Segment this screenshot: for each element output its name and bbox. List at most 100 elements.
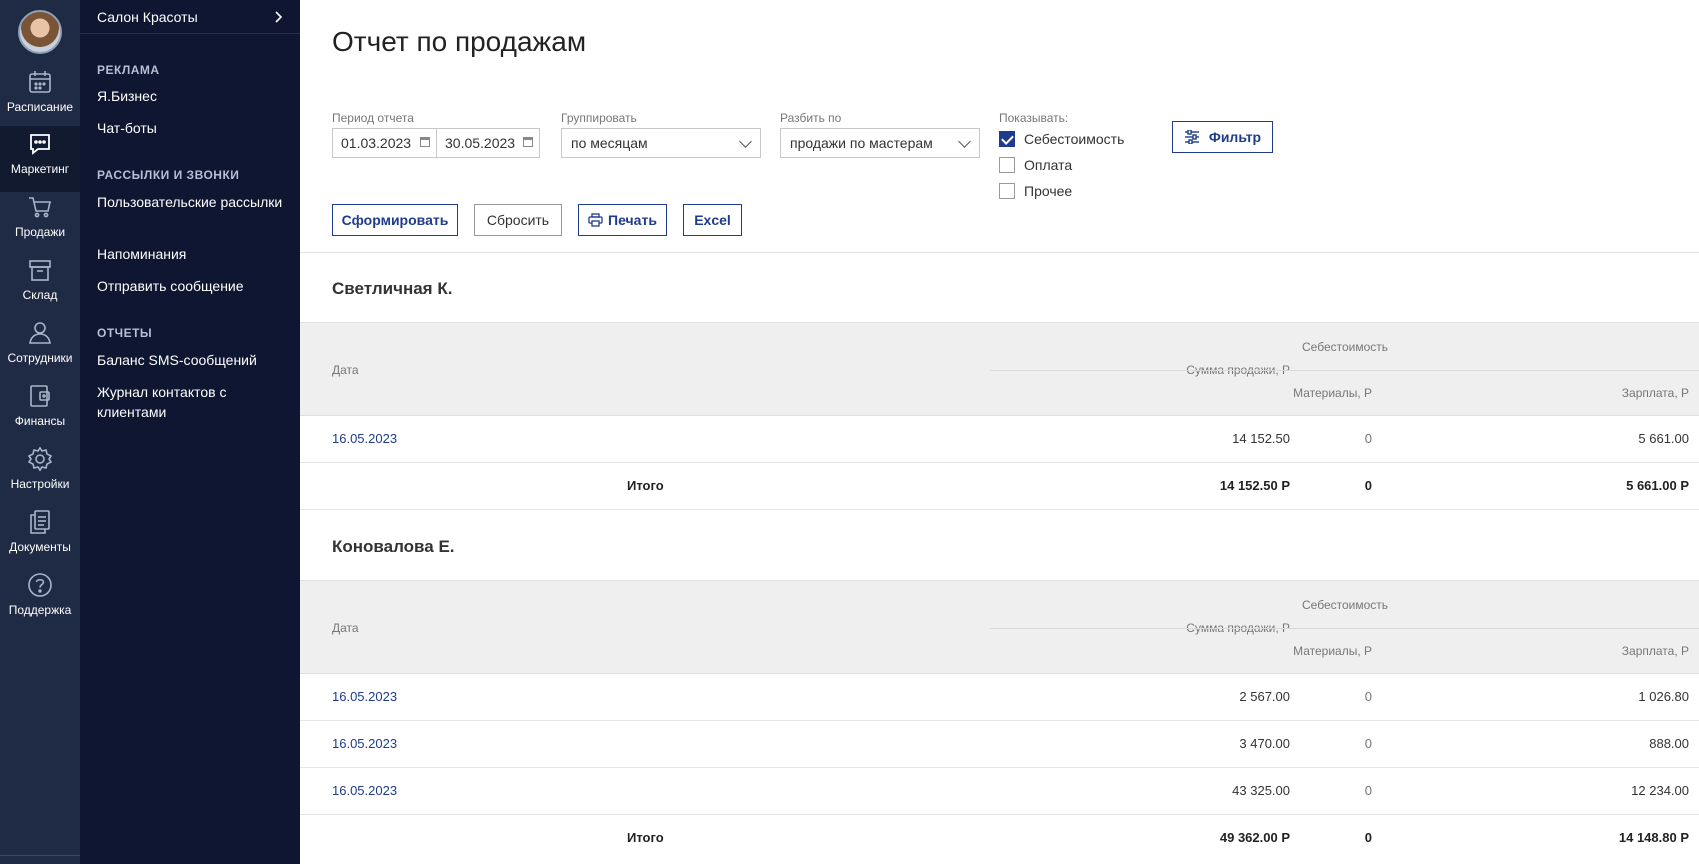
- calendar-icon: [420, 137, 430, 147]
- col-cost: Себестоимость: [1302, 598, 1389, 612]
- rail-item-settings[interactable]: Настройки: [0, 441, 80, 507]
- rail-label: Расписание: [6, 100, 74, 114]
- submenu-link-reminders[interactable]: Напоминания: [97, 244, 287, 264]
- employee-name: Светличная К.: [332, 279, 453, 298]
- rail-item-marketing[interactable]: Маркетинг: [0, 126, 80, 192]
- employee-name: Коновалова Е.: [332, 537, 455, 556]
- row-date-link[interactable]: 16.05.2023: [332, 431, 397, 446]
- submenu-link-send-message[interactable]: Отправить сообщение: [97, 276, 287, 296]
- col-materials: Материалы, Р: [1293, 644, 1372, 658]
- table-row: 16.05.2023 43 325.00 0 12 234.00: [300, 768, 1699, 815]
- section-title-reports: ОТЧЕТЫ: [97, 326, 153, 340]
- rail-item-support[interactable]: Поддержка: [0, 567, 80, 633]
- rail-item-documents[interactable]: Документы: [0, 504, 80, 570]
- row-salary: 5 661.00: [1638, 431, 1689, 446]
- col-date: Дата: [332, 363, 359, 377]
- checkbox-checked[interactable]: [999, 131, 1015, 147]
- avatar[interactable]: [18, 10, 62, 54]
- group-label: Группировать: [561, 111, 637, 125]
- wallet-icon: [30, 385, 50, 407]
- col-date: Дата: [332, 621, 359, 635]
- rail-item-finance[interactable]: Финансы: [0, 378, 80, 444]
- excel-button[interactable]: Excel: [683, 204, 742, 236]
- total-salary: 14 148.80 Р: [1618, 830, 1689, 845]
- divider: [300, 252, 1699, 253]
- marketing-submenu: Салон Красоты РЕКЛАМА Я.Бизнес Чат-боты …: [80, 0, 300, 864]
- row-date-link[interactable]: 16.05.2023: [332, 783, 397, 798]
- row-sum: 2 567.00: [1239, 689, 1290, 704]
- generate-button[interactable]: Сформировать: [332, 204, 458, 236]
- calendar-icon: [29, 71, 51, 93]
- row-salary: 12 234.00: [1631, 783, 1689, 798]
- submenu-link-custom-mailings[interactable]: Пользовательские рассылки: [97, 192, 287, 212]
- date-from-field[interactable]: 01.03.2023: [332, 128, 437, 158]
- submenu-link-sms-balance[interactable]: Баланс SMS-сообщений: [97, 350, 287, 370]
- submenu-link-chatbots[interactable]: Чат-боты: [97, 118, 287, 138]
- box-icon: [29, 260, 51, 281]
- section-title-ads: РЕКЛАМА: [97, 63, 160, 77]
- split-select[interactable]: продажи по мастерам: [780, 128, 980, 158]
- split-select-value: продажи по мастерам: [790, 135, 933, 151]
- gear-icon: [27, 446, 53, 472]
- header-divider: [990, 370, 1699, 371]
- table-header: Дата Сумма продажи, Р Себестоимость Мате…: [300, 322, 1699, 416]
- table-header: Дата Сумма продажи, Р Себестоимость Мате…: [300, 580, 1699, 674]
- show-option-cost[interactable]: Себестоимость: [999, 131, 1124, 147]
- rail-label: Настройки: [10, 477, 70, 491]
- cart-icon: [29, 197, 51, 218]
- checkbox[interactable]: [999, 183, 1015, 199]
- date-from-value: 01.03.2023: [341, 135, 412, 151]
- icon-rail: Расписание Маркетинг Продажи Склад Сотру…: [0, 0, 80, 864]
- row-materials: 0: [1364, 783, 1372, 798]
- rail-item-sales[interactable]: Продажи: [0, 189, 80, 255]
- reset-button[interactable]: Сбросить: [474, 204, 562, 236]
- rail-item-warehouse[interactable]: Склад: [0, 252, 80, 318]
- salon-name: Салон Красоты: [97, 8, 198, 25]
- group-select-value: по месяцам: [571, 135, 648, 151]
- submenu-link-contact-journal[interactable]: Журнал контактов с клиентами: [97, 382, 287, 422]
- total-label: Итого: [627, 478, 664, 493]
- total-materials: 0: [1364, 478, 1372, 493]
- row-sum: 3 470.00: [1239, 736, 1290, 751]
- row-salary: 888.00: [1649, 736, 1689, 751]
- rail-label: Маркетинг: [10, 162, 70, 176]
- submenu-link-ya-business[interactable]: Я.Бизнес: [97, 86, 287, 106]
- filter-button[interactable]: Фильтр: [1172, 121, 1273, 153]
- total-sum: 14 152.50 Р: [1219, 478, 1290, 493]
- show-label: Показывать:: [999, 111, 1069, 125]
- col-materials: Материалы, Р: [1293, 386, 1372, 400]
- checkbox[interactable]: [999, 157, 1015, 173]
- row-date-link[interactable]: 16.05.2023: [332, 689, 397, 704]
- rail-label: Документы: [9, 540, 71, 554]
- show-option-other[interactable]: Прочее: [999, 183, 1072, 199]
- filter-button-label: Фильтр: [1208, 129, 1262, 145]
- total-sum: 49 362.00 Р: [1219, 830, 1290, 845]
- col-salary: Зарплата, Р: [1621, 644, 1689, 658]
- period-label: Период отчета: [332, 111, 414, 125]
- row-date-link[interactable]: 16.05.2023: [332, 736, 397, 751]
- print-button[interactable]: Печать: [578, 204, 667, 236]
- table-row: 16.05.2023 2 567.00 0 1 026.80: [300, 674, 1699, 721]
- table-row: 16.05.2023 3 470.00 0 888.00: [300, 721, 1699, 768]
- total-salary: 5 661.00 Р: [1626, 478, 1689, 493]
- salon-selector[interactable]: Салон Красоты: [80, 0, 300, 34]
- col-cost: Себестоимость: [1302, 340, 1389, 354]
- chevron-down-icon: [958, 135, 971, 148]
- main-content: Отчет по продажам Период отчета 01.03.20…: [300, 0, 1699, 864]
- person-icon: [29, 322, 51, 344]
- total-row: Итого 49 362.00 Р 0 14 148.80 Р: [300, 815, 1699, 862]
- row-sum: 43 325.00: [1232, 783, 1290, 798]
- group-select[interactable]: по месяцам: [561, 128, 761, 158]
- total-label: Итого: [627, 830, 664, 845]
- rail-label: Продажи: [14, 225, 66, 239]
- rail-label: Финансы: [14, 414, 66, 428]
- chevron-down-icon: [739, 135, 752, 148]
- date-to-field[interactable]: 30.05.2023: [436, 128, 540, 158]
- rail-label: Сотрудники: [7, 351, 73, 365]
- rail-item-schedule[interactable]: Расписание: [0, 64, 80, 130]
- printer-icon: [588, 213, 603, 227]
- show-option-payment[interactable]: Оплата: [999, 157, 1072, 173]
- rail-item-employees[interactable]: Сотрудники: [0, 315, 80, 381]
- row-materials: 0: [1364, 689, 1372, 704]
- help-icon: [28, 573, 52, 597]
